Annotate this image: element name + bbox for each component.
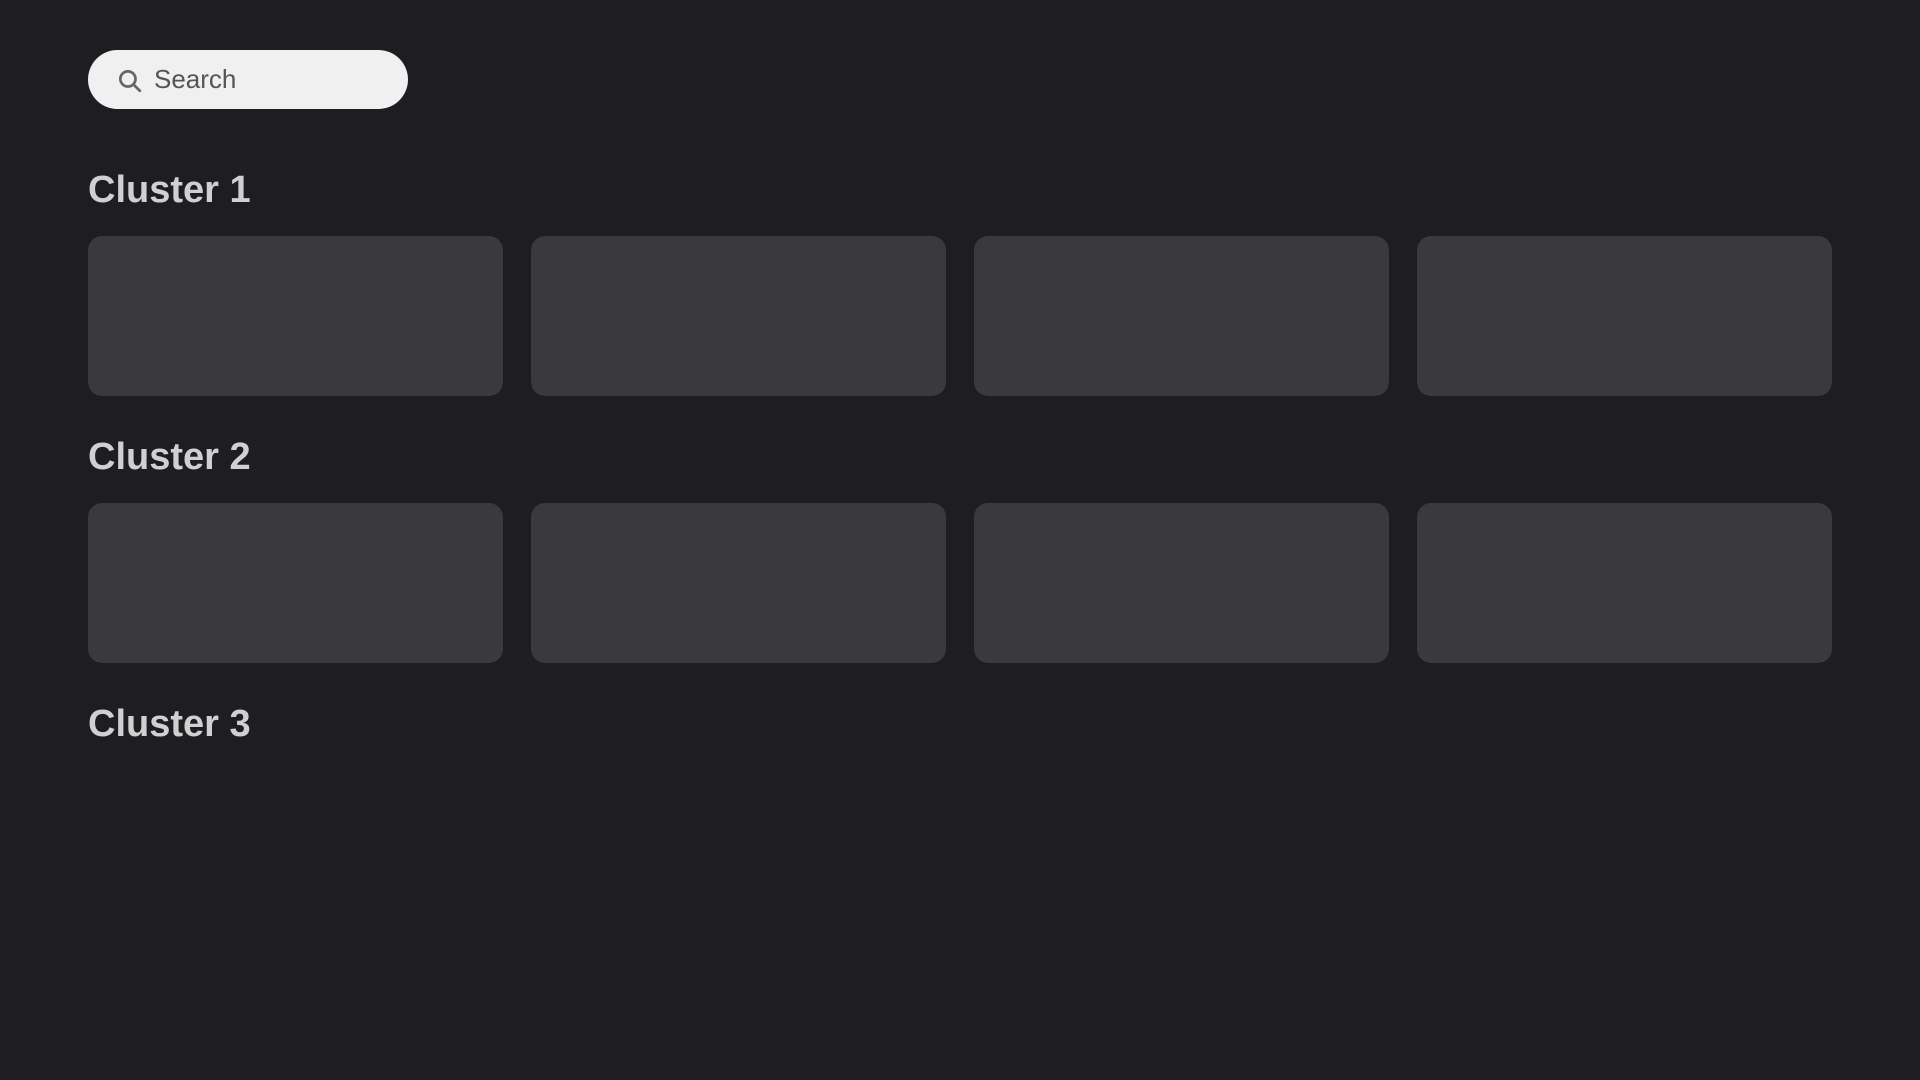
cluster-2-section: Cluster 2 — [88, 436, 1832, 663]
list-item[interactable] — [88, 503, 503, 663]
list-item[interactable] — [1417, 503, 1832, 663]
list-item[interactable] — [531, 503, 946, 663]
search-icon — [116, 67, 142, 93]
search-placeholder-text: Search — [154, 64, 236, 95]
list-item[interactable] — [974, 236, 1389, 396]
cluster-1-row — [88, 236, 1832, 396]
cluster-1-title: Cluster 1 — [88, 169, 1832, 212]
list-item[interactable] — [974, 503, 1389, 663]
list-item[interactable] — [531, 236, 946, 396]
page-container: Search Cluster 1 Cluster 2 Cluster 3 — [0, 0, 1920, 836]
cluster-3-title: Cluster 3 — [88, 703, 1832, 746]
list-item[interactable] — [88, 236, 503, 396]
cluster-2-title: Cluster 2 — [88, 436, 1832, 479]
list-item[interactable] — [1417, 236, 1832, 396]
search-bar[interactable]: Search — [88, 50, 408, 109]
cluster-1-section: Cluster 1 — [88, 169, 1832, 396]
cluster-3-section: Cluster 3 — [88, 703, 1832, 746]
cluster-2-row — [88, 503, 1832, 663]
